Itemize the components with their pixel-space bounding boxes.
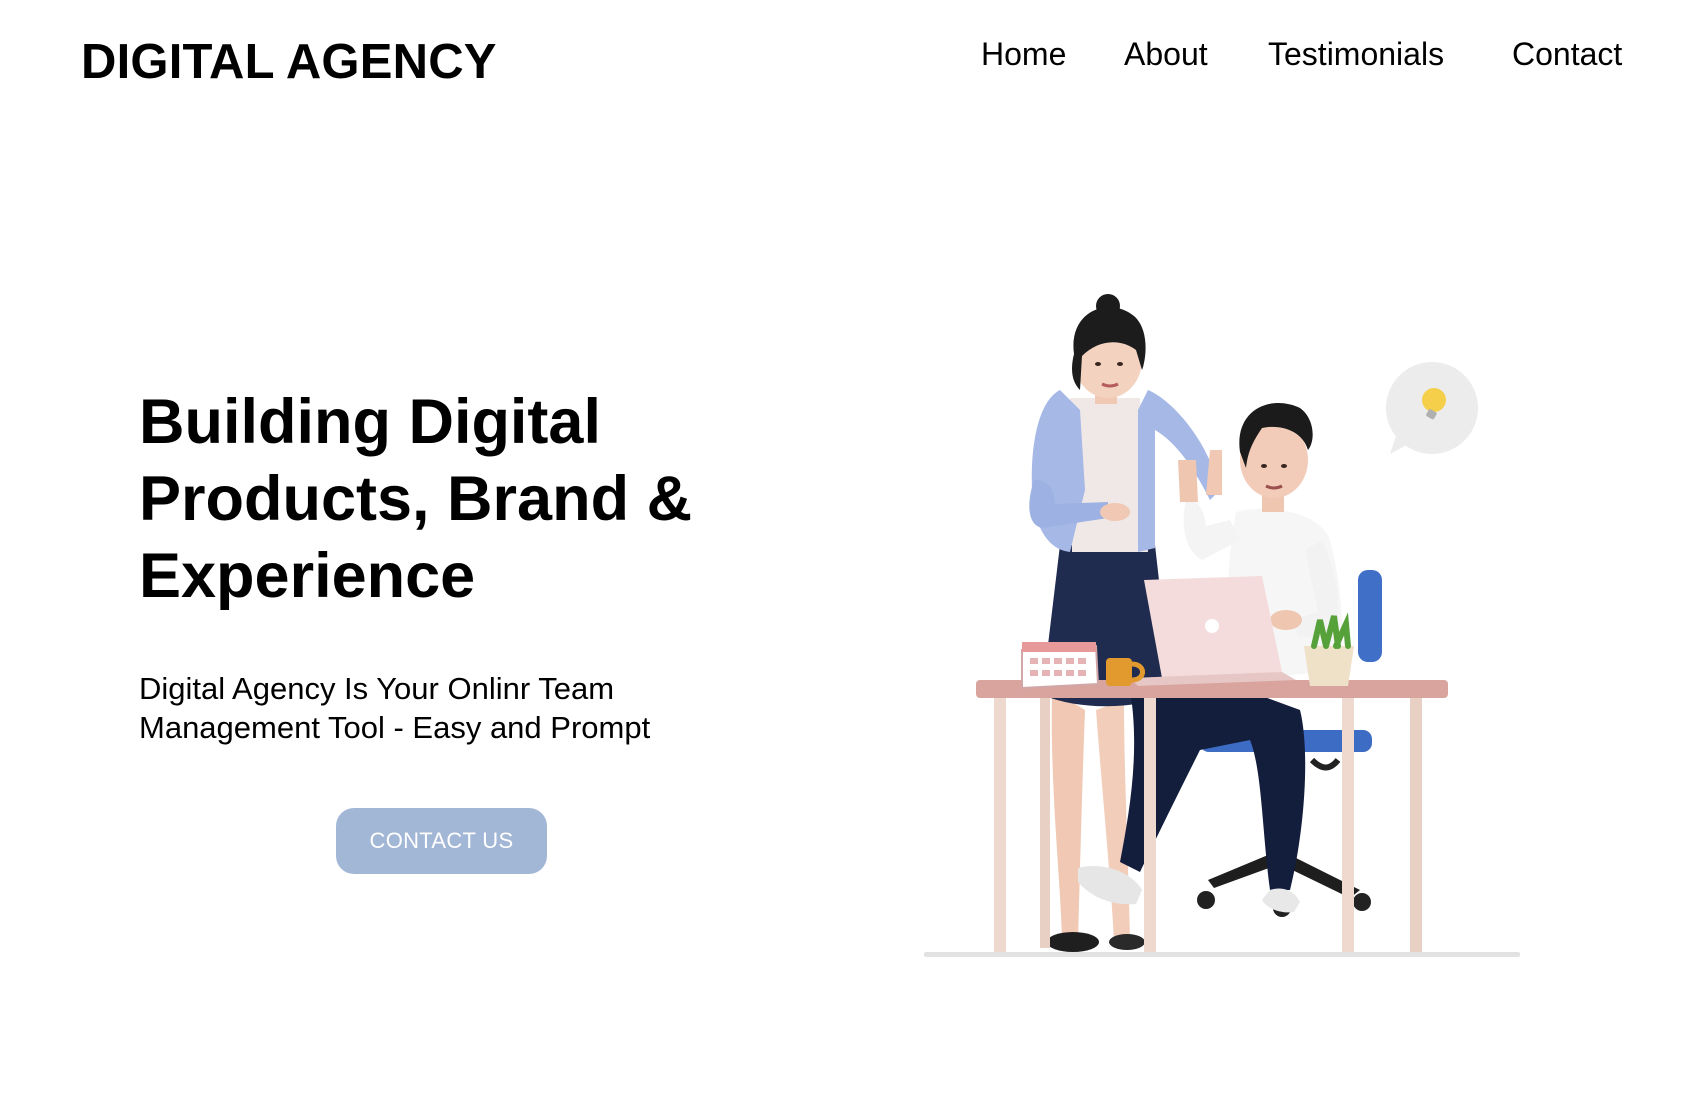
nav-link-about[interactable]: About [1124,32,1208,76]
nav-link-contact[interactable]: Contact [1512,32,1622,76]
desk-calendar [1021,642,1100,690]
hero-subtitle: Digital Agency Is Your Onlinr Team Manag… [139,671,651,745]
floor-shadow [924,952,1520,957]
nav-link-home[interactable]: Home [981,32,1066,76]
main-nav: Home About Testimonials Contact [0,32,1700,76]
nav-link-testimonials[interactable]: Testimonials [1268,32,1444,76]
team-at-desk-illustration [910,290,1520,970]
hero-title: Building Digital Products, Brand & Exper… [139,387,693,611]
lightbulb-bubble [1386,362,1478,454]
contact-us-button[interactable]: CONTACT US [336,808,547,874]
